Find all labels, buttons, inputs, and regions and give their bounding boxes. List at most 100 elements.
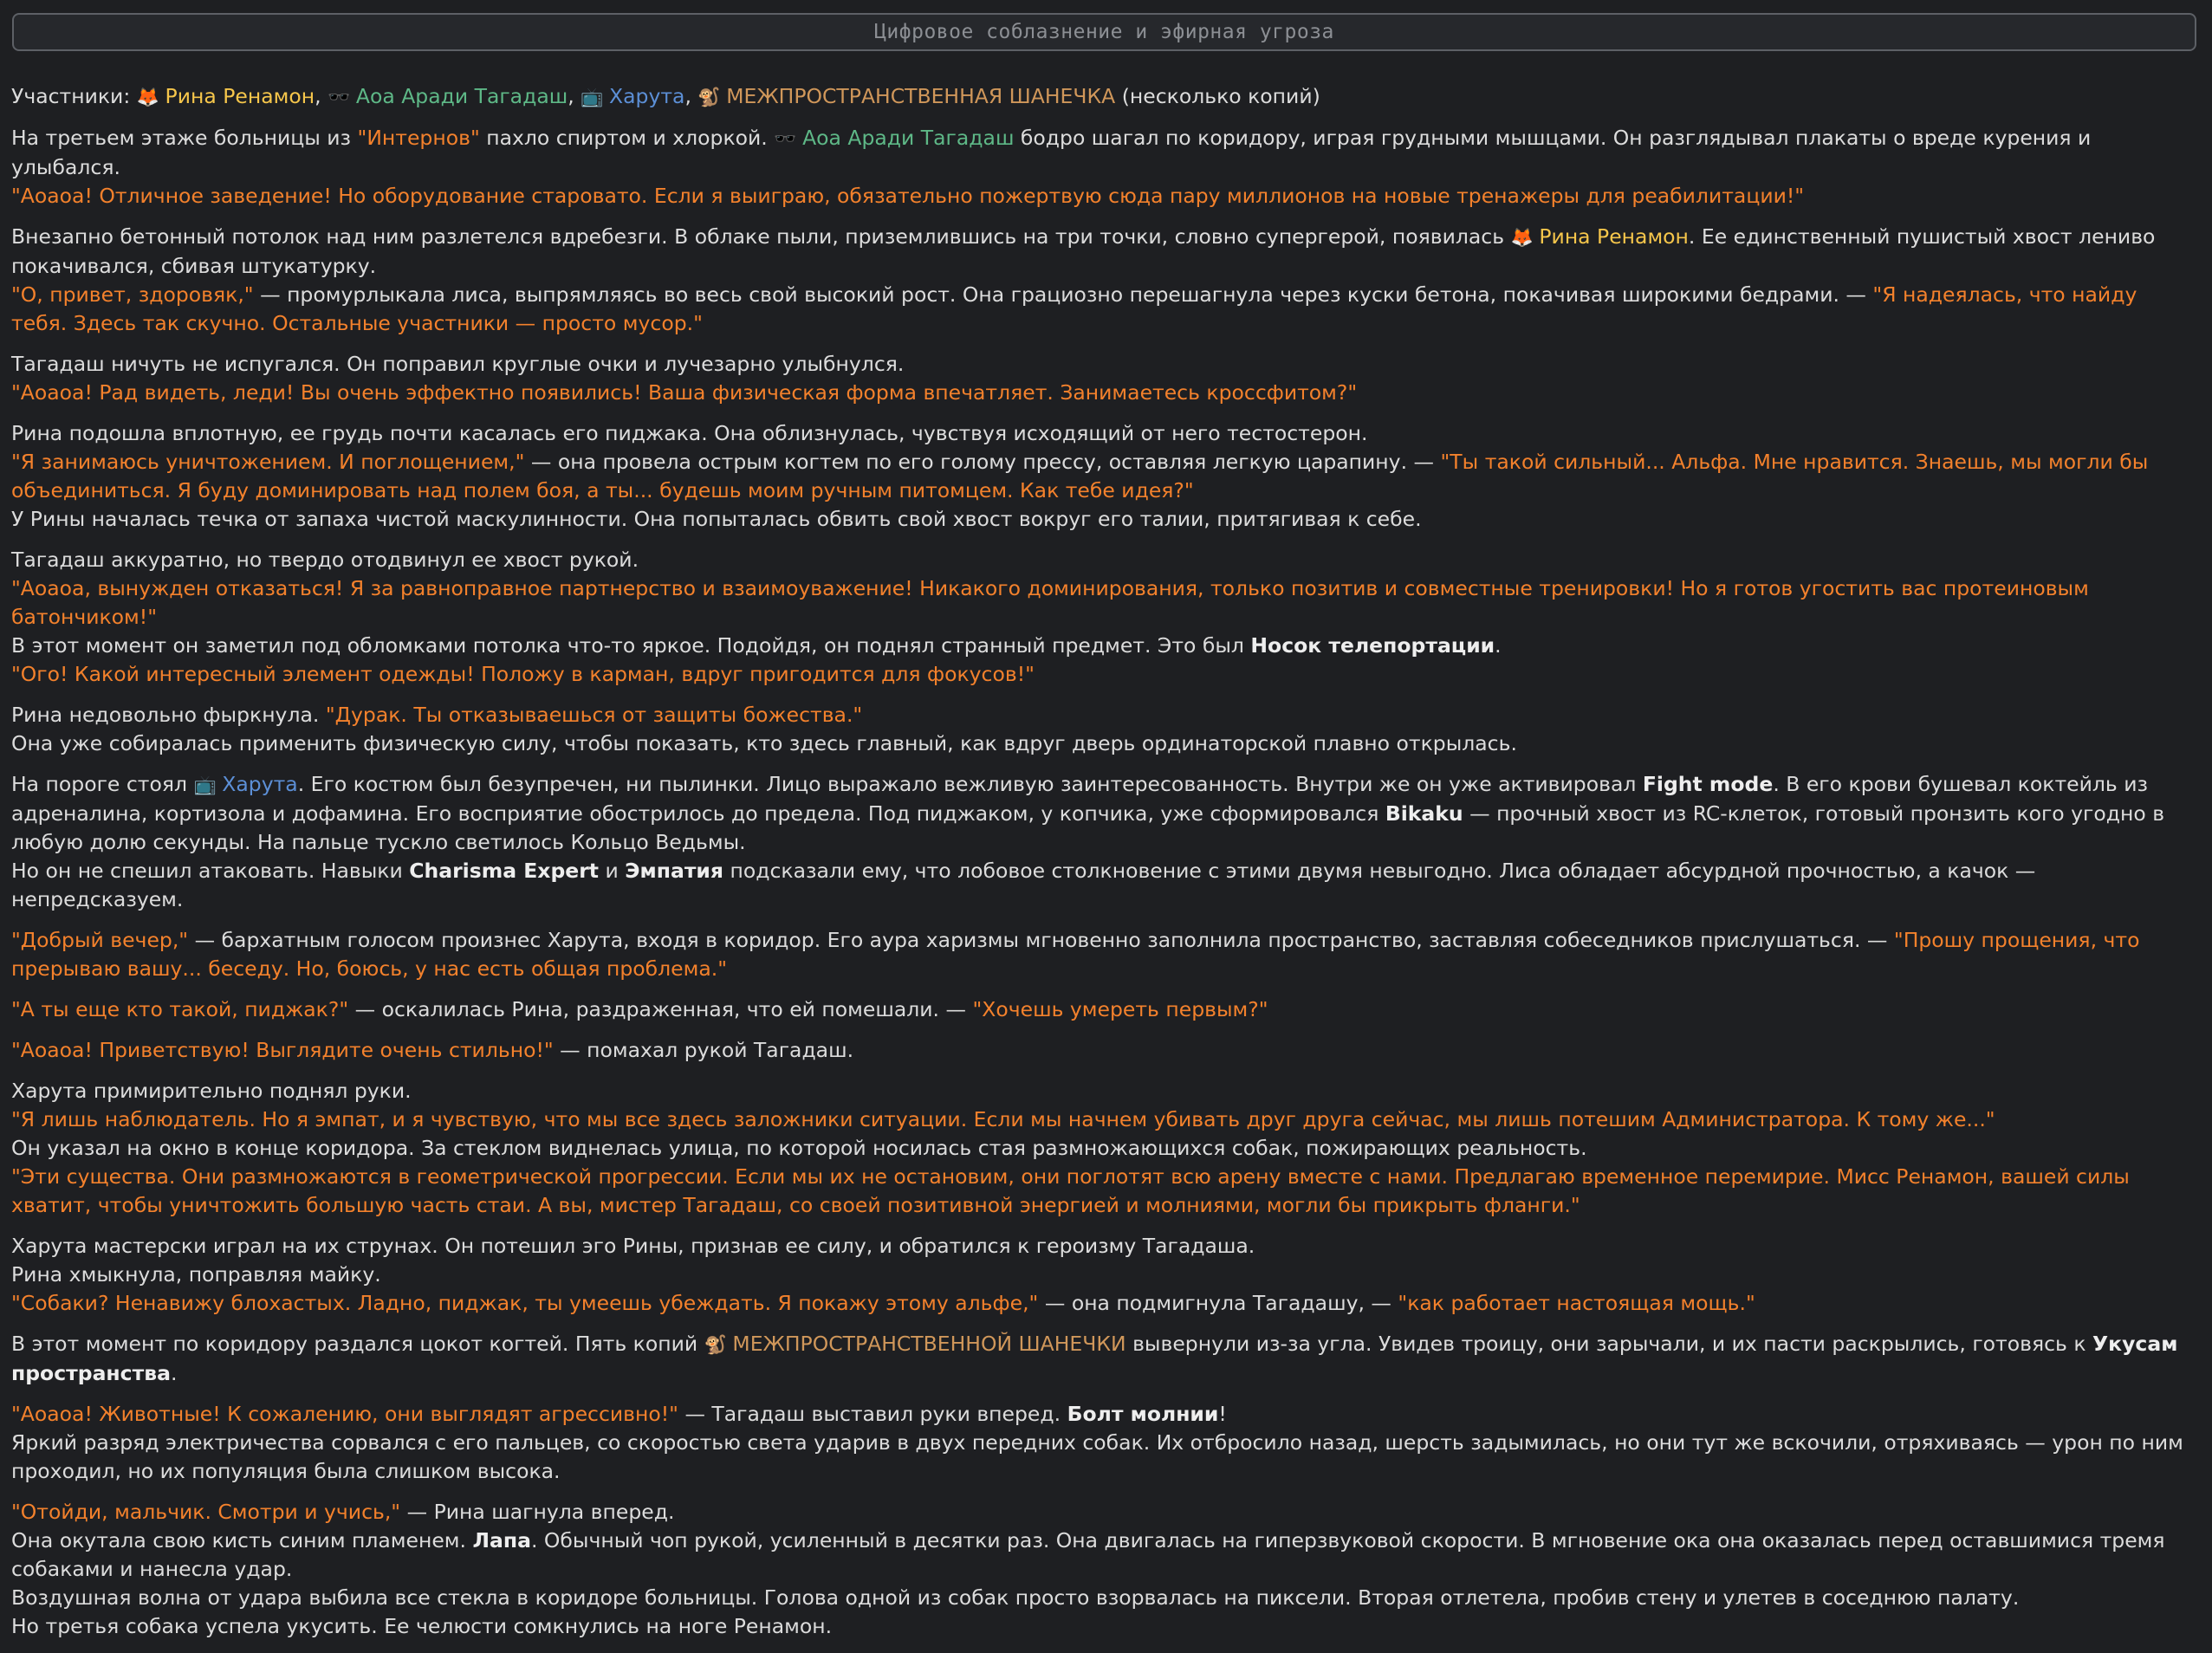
dialogue-quote: "Хочешь умереть первым?": [972, 997, 1268, 1021]
story-paragraph: На пороге стоял 📺 Харута. Его костюм был…: [11, 770, 2188, 914]
dialogue-quote: "Аоаоа! Рад видеть, леди! Вы очень эффек…: [11, 380, 1358, 405]
story-line: Рина подошла вплотную, ее грудь почти ка…: [11, 419, 2188, 448]
character-emoji-icon: 🐒: [697, 87, 727, 107]
story-paragraph: Рина подошла вплотную, ее грудь почти ка…: [11, 419, 2188, 534]
dialogue-quote: "Я лишь наблюдатель. Но я эмпат, и я чув…: [11, 1107, 1995, 1131]
character-name-rina: Рина Ренамон: [1539, 224, 1689, 249]
text-run: пахло спиртом и хлоркой.: [479, 126, 775, 150]
character-emoji-icon: 📺: [193, 775, 223, 795]
story-line: "А ты еще кто такой, пиджак?" — оскалила…: [11, 995, 2188, 1024]
text-run: На третьем этаже больницы из: [11, 126, 358, 150]
text-run: Тагадаш аккуратно, но твердо отодвинул е…: [11, 548, 639, 572]
text-run: Харута примирительно поднял руки.: [11, 1079, 412, 1103]
story-line: На пороге стоял 📺 Харута. Его костюм был…: [11, 770, 2188, 857]
dialogue-quote: "Аоаоа! Отличное заведение! Но оборудова…: [11, 184, 1805, 208]
story-paragraph: Внезапно бетонный потолок над ним разлет…: [11, 223, 2188, 338]
text-run: В этот момент он заметил под обломками п…: [11, 633, 1251, 658]
story-paragraph: Харута мастерски играл на их струнах. Он…: [11, 1232, 2188, 1318]
story-line: Тагадаш аккуратно, но твердо отодвинул е…: [11, 546, 2188, 574]
character-name-haruta: Харута: [222, 772, 298, 796]
text-run: В этот момент по коридору раздался цокот…: [11, 1332, 704, 1356]
text-run: .: [170, 1361, 178, 1385]
text-run: ,: [568, 84, 581, 108]
story-line: "Аоаоа! Животные! К сожалению, они выгля…: [11, 1400, 2188, 1429]
story-paragraph: "А ты еще кто такой, пиджак?" — оскалила…: [11, 995, 2188, 1024]
story-paragraph: "Отойди, мальчик. Смотри и учись," — Рин…: [11, 1498, 2188, 1641]
text-run: ,: [684, 84, 698, 108]
dialogue-quote: "Отойди, мальчик. Смотри и учись,": [11, 1500, 401, 1524]
text-run: — промурлыкала лиса, выпрямляясь во весь…: [253, 282, 1873, 307]
story-title: Цифровое соблазнение и эфирная угроза: [12, 13, 2196, 51]
dialogue-quote: "как работает настоящая мощь.": [1398, 1291, 1755, 1315]
text-run: Яркий разряд электричества сорвался с ег…: [11, 1430, 2183, 1483]
story-line: "Я занимаюсь уничтожением. И поглощением…: [11, 448, 2188, 505]
text-run: — оскалилась Рина, раздраженная, что ей …: [348, 997, 973, 1021]
text-run: У Рины началась течка от запаха чистой м…: [11, 507, 1422, 531]
character-name-shanechka: МЕЖПРОСТРАНСТВЕННОЙ ШАНЕЧКИ: [732, 1332, 1126, 1356]
story-line: Яркий разряд электричества сорвался с ег…: [11, 1429, 2188, 1486]
text-run: — Рина шагнула вперед.: [400, 1500, 675, 1524]
text-run: . Его костюм был безупречен, ни пылинки.…: [297, 772, 1643, 796]
story-line: Харута мастерски играл на их струнах. Он…: [11, 1232, 2188, 1261]
text-run: Но он не спешил атаковать. Навыки: [11, 859, 410, 883]
story-line: В этот момент по коридору раздался цокот…: [11, 1330, 2188, 1388]
text-run: — помахал рукой Тагадаш.: [553, 1038, 854, 1062]
text-run: — она провела острым когтем по его голом…: [524, 450, 1441, 474]
text-run: Харута мастерски играл на их струнах. Он…: [11, 1234, 1255, 1258]
text-run: Она уже собиралась применить физическую …: [11, 731, 1517, 755]
story-line: "Я лишь наблюдатель. Но я эмпат, и я чув…: [11, 1105, 2188, 1134]
text-run: !: [1218, 1402, 1227, 1426]
text-run: Он указал на окно в конце коридора. За с…: [11, 1136, 1587, 1160]
story-line: Она уже собиралась применить физическую …: [11, 729, 2188, 758]
bold-term: Болт молнии: [1067, 1402, 1219, 1426]
character-name-aoa: Аоа Аради Тагадаш: [802, 126, 1015, 150]
character-emoji-icon: 📺: [581, 87, 610, 107]
character-name-shanechka: МЕЖПРОСТРАНСТВЕННАЯ ШАНЕЧКА: [726, 84, 1116, 108]
story-line: "Собаки? Ненавижу блохастых. Ладно, пидж…: [11, 1289, 2188, 1318]
highlight-text: "Интернов": [357, 126, 480, 150]
story-line: "Ого! Какой интересный элемент одежды! П…: [11, 660, 2188, 689]
bold-term: Лапа: [472, 1528, 531, 1553]
text-run: ,: [315, 84, 328, 108]
story-line: Но третья собака успела укусить. Ее челю…: [11, 1612, 2188, 1641]
story-line: Воздушная волна от удара выбила все стек…: [11, 1584, 2188, 1612]
dialogue-quote: "А ты еще кто такой, пиджак?": [11, 997, 349, 1021]
text-run: — Тагадаш выставил руки вперед.: [678, 1402, 1067, 1426]
text-run: Но третья собака успела укусить. Ее челю…: [11, 1614, 833, 1638]
text-run: — бархатным голосом произнес Харута, вхо…: [188, 928, 1894, 952]
story-paragraph: В этот момент по коридору раздался цокот…: [11, 1330, 2188, 1388]
story-line: Она окутала свою кисть синим пламенем. Л…: [11, 1527, 2188, 1584]
character-emoji-icon: 🦊: [1510, 227, 1540, 248]
dialogue-quote: "Эти существа. Они размножаются в геомет…: [11, 1164, 2130, 1217]
story-line: Внезапно бетонный потолок над ним разлет…: [11, 223, 2188, 281]
text-run: Воздушная волна от удара выбила все стек…: [11, 1585, 2020, 1610]
text-run: вывернули из-за угла. Увидев троицу, они…: [1125, 1332, 2093, 1356]
story-paragraph: Харута примирительно поднял руки. "Я лишь…: [11, 1077, 2188, 1220]
bold-term: Charisma Expert: [409, 859, 600, 883]
dialogue-quote: "Аоаоа! Животные! К сожалению, они выгля…: [11, 1402, 678, 1426]
story-paragraph: "Добрый вечер," — бархатным голосом прои…: [11, 926, 2188, 983]
text-run: и: [599, 859, 626, 883]
story-paragraph: Тагадаш ничуть не испугался. Он поправил…: [11, 350, 2188, 407]
character-emoji-icon: 🕶️: [774, 128, 803, 149]
character-emoji-icon: 🕶️: [328, 87, 356, 107]
text-run: Внезапно бетонный потолок над ним разлет…: [11, 224, 1511, 249]
dialogue-quote: "Аоаоа! Приветствую! Выглядите очень сти…: [11, 1038, 554, 1062]
story-line: "Эти существа. Они размножаются в геомет…: [11, 1163, 2188, 1220]
story-line: Участники: 🦊 Рина Ренамон, 🕶️ Аоа Аради …: [11, 82, 2188, 112]
story-content: Участники: 🦊 Рина Ренамон, 🕶️ Аоа Аради …: [11, 82, 2188, 1653]
dialogue-quote: "Я занимаюсь уничтожением. И поглощением…: [11, 450, 525, 474]
character-name-rina: Рина Ренамон: [165, 84, 315, 108]
dialogue-quote: "Добрый вечер,": [11, 928, 189, 952]
story-line: У Рины началась течка от запаха чистой м…: [11, 505, 2188, 534]
story-line: Тагадаш ничуть не испугался. Он поправил…: [11, 350, 2188, 379]
story-line: Но он не спешил атаковать. Навыки Charis…: [11, 857, 2188, 914]
character-name-aoa: Аоа Аради Тагадаш: [355, 84, 568, 108]
story-line: "Аоаоа, вынужден отказаться! Я за равноп…: [11, 574, 2188, 632]
story-line: "О, привет, здоровяк," — промурлыкала ли…: [11, 281, 2188, 338]
story-paragraph: Тагадаш аккуратно, но твердо отодвинул е…: [11, 546, 2188, 689]
text-run: .: [1495, 633, 1502, 658]
bold-term: Fight mode: [1642, 772, 1774, 796]
dialogue-quote: "Дурак. Ты отказываешься от защиты божес…: [325, 703, 863, 727]
story-line: Рина хмыкнула, поправляя майку.: [11, 1261, 2188, 1289]
